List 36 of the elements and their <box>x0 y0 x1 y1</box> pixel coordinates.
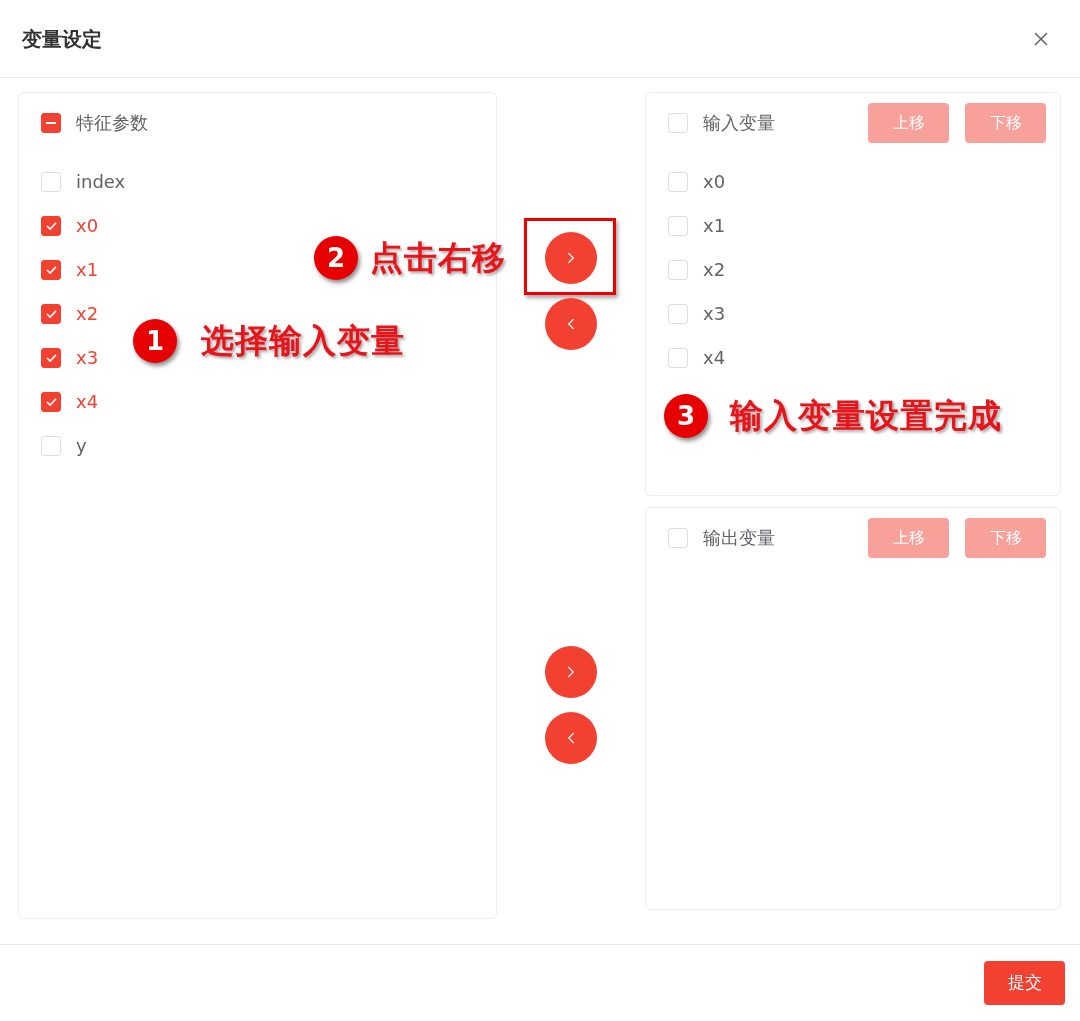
check-icon <box>45 398 57 406</box>
check-icon <box>45 354 57 362</box>
option-label: x2 <box>703 258 726 282</box>
move-left-button[interactable] <box>545 712 597 764</box>
option-label: x4 <box>76 390 99 414</box>
option-label: x4 <box>703 346 726 370</box>
move-left-button[interactable] <box>545 298 597 350</box>
checkbox[interactable] <box>41 260 61 280</box>
list-title: 输出变量 <box>703 526 775 550</box>
option-label: x0 <box>76 214 99 238</box>
check-icon <box>45 266 57 274</box>
checkbox[interactable] <box>41 348 61 368</box>
option-label: x0 <box>703 170 726 194</box>
check-icon <box>45 222 57 230</box>
checkbox[interactable] <box>41 216 61 236</box>
annotation-text: 点击右移 <box>370 237 506 279</box>
list-title: 输入变量 <box>703 111 775 135</box>
minus-icon <box>46 122 56 124</box>
move-right-button[interactable] <box>545 646 597 698</box>
checkbox[interactable] <box>41 113 61 133</box>
checkbox[interactable] <box>41 304 61 324</box>
option-label: y <box>76 434 87 458</box>
move-right-button[interactable] <box>545 232 597 284</box>
option-label: x3 <box>76 346 99 370</box>
list-title: 特征参数 <box>76 111 148 135</box>
option-label: x3 <box>703 302 726 326</box>
option-label: x1 <box>76 258 99 282</box>
annotation-text: 选择输入变量 <box>201 320 405 362</box>
option-label: x1 <box>703 214 726 238</box>
check-icon <box>45 310 57 318</box>
option-label: x2 <box>76 302 99 326</box>
submit-button[interactable]: 提交 <box>984 961 1065 1005</box>
checkbox[interactable] <box>41 392 61 412</box>
annotation-text: 输入变量设置完成 <box>730 395 1002 437</box>
option-label: index <box>76 170 126 194</box>
dialog-title: 变量设定 <box>22 25 102 53</box>
